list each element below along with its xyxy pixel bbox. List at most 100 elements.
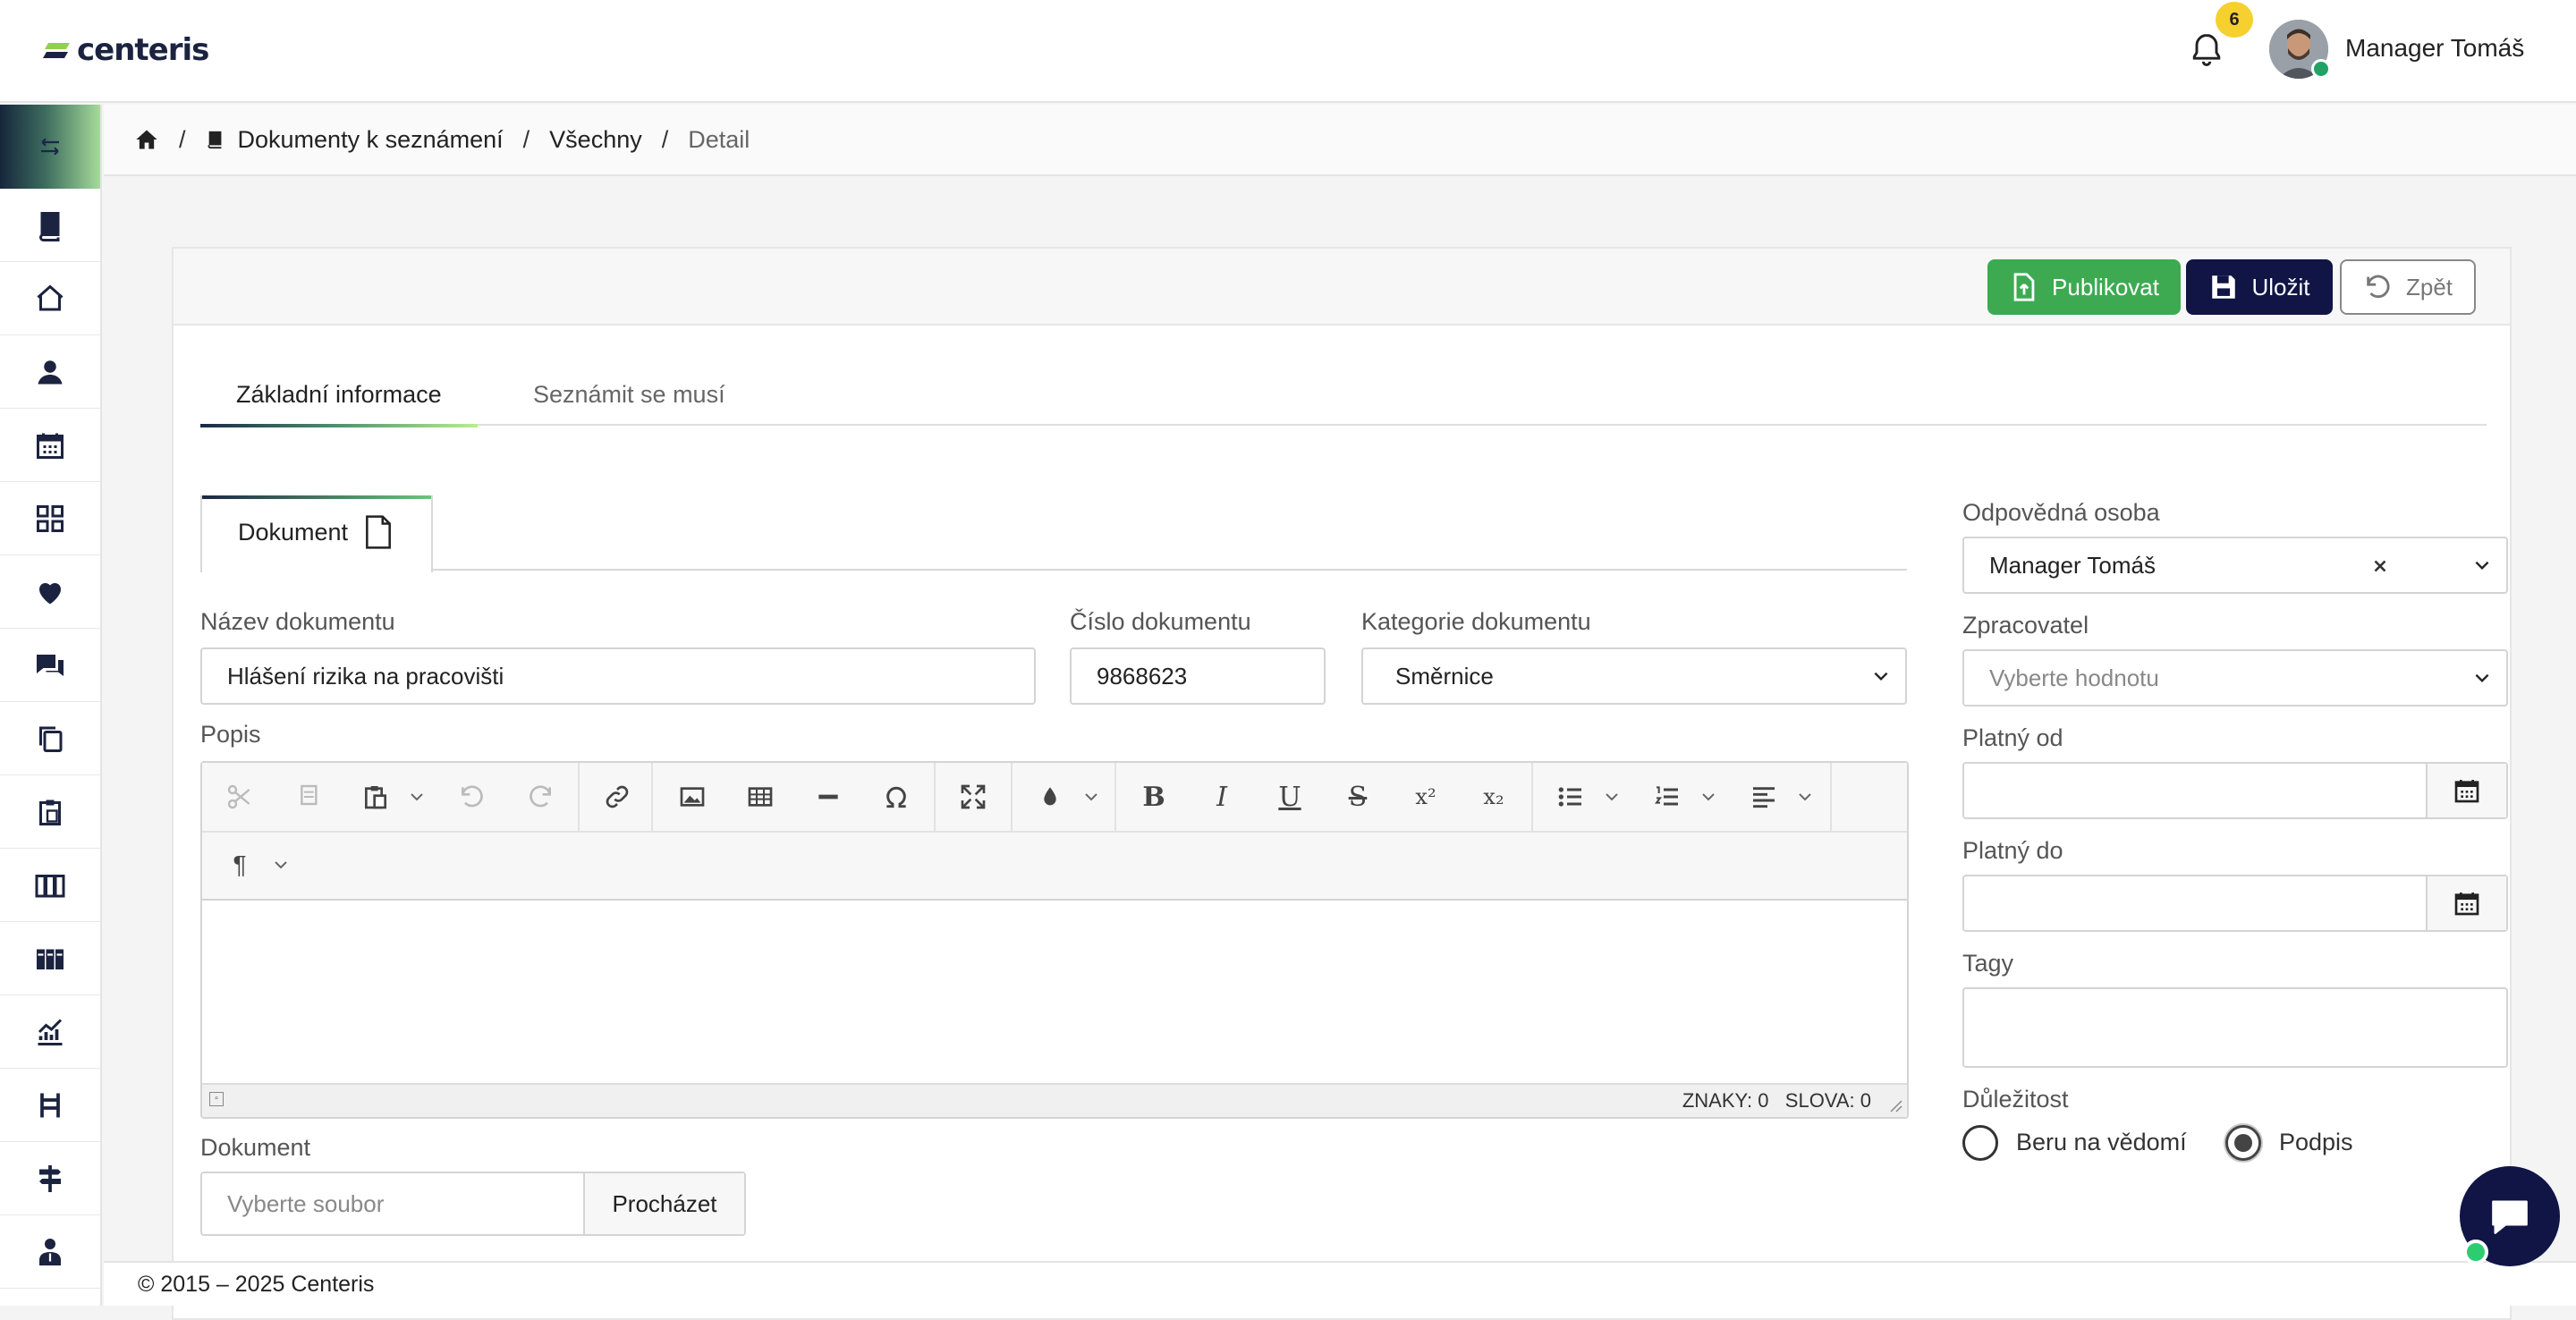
valid-from-input[interactable] xyxy=(1962,762,2508,819)
sidebar-item-calendar[interactable] xyxy=(0,409,100,482)
align-tool[interactable] xyxy=(1737,770,1791,824)
sidebar-item-archive[interactable] xyxy=(0,849,100,922)
subtab-document[interactable]: Dokument xyxy=(200,495,433,572)
sidebar xyxy=(0,105,102,1306)
document-name-input[interactable]: Hlášení rizika na pracovišti xyxy=(200,647,1036,705)
horizontal-line-tool[interactable] xyxy=(801,770,855,824)
sidebar-item-copies[interactable] xyxy=(0,702,100,775)
numbered-list-icon xyxy=(1655,786,1678,806)
sidebar-item-directions[interactable] xyxy=(0,1142,100,1215)
breadcrumb-item-all[interactable]: Všechny xyxy=(549,126,642,154)
bold-tool[interactable]: B xyxy=(1127,770,1181,824)
italic-tool[interactable]: I xyxy=(1195,770,1249,824)
logo-mark-icon xyxy=(43,43,70,58)
copy-icon xyxy=(39,726,63,752)
omega-icon xyxy=(886,786,906,808)
sidebar-item-dashboard[interactable] xyxy=(0,482,100,555)
responsible-person-select[interactable]: Manager Tomáš xyxy=(1962,537,2508,594)
breadcrumb-item-documents[interactable]: Dokumenty k seznámení xyxy=(238,126,504,154)
importance-signature-radio[interactable] xyxy=(2225,1125,2261,1161)
valid-to-input[interactable] xyxy=(1962,875,2508,932)
editor-content-area[interactable] xyxy=(202,901,1907,1083)
valid-to-calendar-button[interactable] xyxy=(2426,876,2506,930)
chevron-down-icon[interactable] xyxy=(1699,788,1717,806)
chevron-down-icon[interactable] xyxy=(1796,788,1814,806)
user-name[interactable]: Manager Tomáš xyxy=(2345,34,2524,63)
sidebar-item-clipboard[interactable] xyxy=(0,775,100,849)
document-number-value: 9868623 xyxy=(1097,662,1188,690)
strikethrough-tool[interactable]: S xyxy=(1331,770,1385,824)
logo[interactable]: centeris xyxy=(43,30,209,70)
category-value: Směrnice xyxy=(1395,662,1494,690)
back-label: Zpět xyxy=(2405,273,2453,300)
copy-tool[interactable] xyxy=(281,770,335,824)
text-color-tool[interactable] xyxy=(1023,770,1077,824)
element-path-icon[interactable]: ▫ xyxy=(209,1092,224,1106)
clear-icon[interactable] xyxy=(2370,556,2390,576)
back-button[interactable]: Zpět xyxy=(2340,259,2476,315)
subtab-label: Dokument xyxy=(238,518,349,546)
home-icon[interactable] xyxy=(134,127,159,152)
tab-basic-info[interactable]: Základní informace xyxy=(200,363,478,427)
special-char-tool[interactable] xyxy=(869,770,923,824)
responsible-label: Odpovědná osoba xyxy=(1962,499,2160,526)
breadcrumb-separator: / xyxy=(522,125,530,153)
sidebar-item-registry[interactable] xyxy=(0,922,100,995)
undo-icon xyxy=(2367,275,2390,299)
publish-button[interactable]: Publikovat xyxy=(1987,259,2181,315)
tags-input[interactable] xyxy=(1962,987,2508,1068)
document-name-value: Hlášení rizika na pracovišti xyxy=(227,662,504,690)
numbered-list-tool[interactable] xyxy=(1640,770,1694,824)
subscript-tool[interactable]: x₂ xyxy=(1467,770,1521,824)
save-button[interactable]: Uložit xyxy=(2186,259,2333,315)
maximize-tool[interactable] xyxy=(946,770,1000,824)
redo-tool[interactable] xyxy=(513,770,567,824)
breadcrumb-separator: / xyxy=(661,125,669,153)
user-icon xyxy=(38,360,63,384)
sidebar-item-favorites[interactable] xyxy=(0,555,100,629)
save-label: Uložit xyxy=(2251,273,2310,300)
category-select[interactable]: Směrnice xyxy=(1361,647,1907,705)
superscript-tool[interactable]: x² xyxy=(1399,770,1453,824)
undo-tool[interactable] xyxy=(445,770,499,824)
image-tool[interactable] xyxy=(665,770,719,824)
link-tool[interactable] xyxy=(590,770,644,824)
subtab-accent xyxy=(202,495,431,499)
undo-icon xyxy=(462,785,483,808)
category-label: Kategorie dokumentu xyxy=(1361,608,1591,635)
sidebar-item-statistics[interactable] xyxy=(0,995,100,1069)
paste-tool[interactable] xyxy=(349,770,402,824)
tab-must-acknowledge[interactable]: Seznámit se musí xyxy=(497,363,761,426)
notifications-button[interactable] xyxy=(2187,30,2226,70)
sidebar-item-home[interactable] xyxy=(0,262,100,335)
browse-button[interactable]: Procházet xyxy=(585,1173,744,1234)
resize-handle-icon[interactable] xyxy=(1885,1096,1903,1113)
sidebar-toggle-button[interactable] xyxy=(0,105,100,189)
editor-word-count: ZNAKY: 0 SLOVA: 0 xyxy=(1682,1089,1871,1112)
heart-icon xyxy=(38,582,62,604)
underline-tool[interactable]: U xyxy=(1263,770,1317,824)
chevron-down-icon[interactable] xyxy=(1082,788,1100,806)
cut-tool[interactable] xyxy=(213,770,267,824)
paragraph-format-tool[interactable]: ¶ xyxy=(213,838,267,892)
sidebar-item-employees[interactable] xyxy=(0,1215,100,1289)
importance-acknowledge-radio[interactable] xyxy=(1962,1125,1998,1161)
chevron-down-icon[interactable] xyxy=(272,856,290,874)
sidebar-item-messages[interactable] xyxy=(0,629,100,702)
table-tool[interactable] xyxy=(733,770,787,824)
sidebar-item-documents[interactable] xyxy=(0,189,100,262)
editor-status-bar: ▫ ZNAKY: 0 SLOVA: 0 xyxy=(202,1083,1907,1117)
chevron-down-icon[interactable] xyxy=(1603,788,1621,806)
sidebar-item-training[interactable] xyxy=(0,1069,100,1142)
processor-select[interactable]: Vyberte hodnotu xyxy=(1962,649,2508,707)
sidebar-item-users[interactable] xyxy=(0,335,100,409)
bell-icon xyxy=(2192,34,2221,66)
document-number-input[interactable]: 9868623 xyxy=(1070,647,1326,705)
bullet-list-tool[interactable] xyxy=(1544,770,1597,824)
importance-acknowledge-label[interactable]: Beru na vědomí xyxy=(2016,1129,2187,1156)
file-input[interactable]: Vyberte soubor Procházet xyxy=(200,1172,746,1236)
chevron-down-icon[interactable] xyxy=(408,788,426,806)
valid-from-calendar-button[interactable] xyxy=(2426,764,2506,817)
importance-signature-label[interactable]: Podpis xyxy=(2279,1129,2353,1156)
binders-icon xyxy=(35,874,65,897)
